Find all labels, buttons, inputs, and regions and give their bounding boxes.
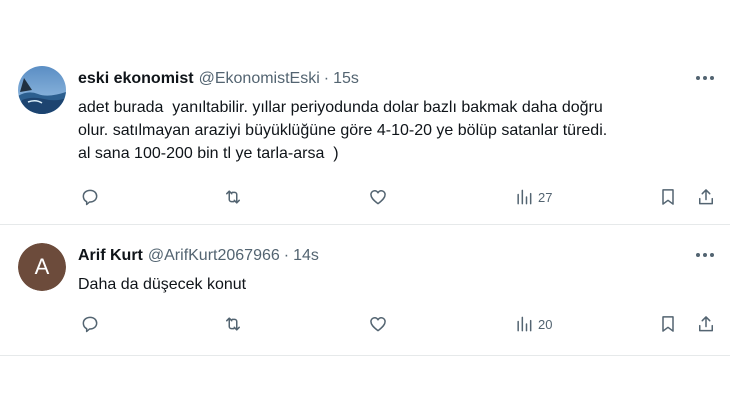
- bookmark-icon: [662, 189, 674, 205]
- views-icon: [517, 316, 532, 332]
- like-icon: [370, 317, 386, 332]
- like-button[interactable]: [368, 312, 388, 336]
- separator: ·: [283, 247, 290, 264]
- share-button[interactable]: [696, 312, 716, 336]
- views-button[interactable]: 20: [514, 312, 552, 336]
- tweet-header: Arif Kurt @ArifKurt2067966 · 14s: [78, 245, 319, 267]
- like-button[interactable]: [368, 185, 388, 209]
- tweet[interactable]: eski ekonomist @EkonomistEski · 15s adet…: [0, 48, 730, 225]
- reply-button[interactable]: [80, 185, 100, 209]
- more-icon[interactable]: [694, 245, 716, 265]
- separator: ·: [323, 70, 330, 87]
- action-bar: 20: [78, 312, 718, 336]
- views-count: 20: [538, 316, 553, 332]
- share-icon: [699, 189, 713, 205]
- share-icon: [699, 316, 713, 332]
- user-handle[interactable]: @ArifKurt2067966: [148, 247, 280, 265]
- ocean-landscape-avatar-image: [18, 66, 66, 114]
- tweet-text-line: adet burada yanıltabilir. yıllar periyod…: [78, 99, 603, 116]
- reply-button[interactable]: [80, 312, 100, 336]
- avatar[interactable]: A: [18, 243, 66, 291]
- tweet-text: adet burada yanıltabilir. yıllar periyod…: [78, 96, 718, 165]
- more-icon[interactable]: [694, 68, 716, 88]
- tweet-text-line: al sana 100-200 bin tl ye tarla-arsa ): [78, 145, 339, 162]
- timestamp[interactable]: 15s: [333, 70, 359, 88]
- bookmark-icon: [662, 316, 674, 332]
- bookmark-button[interactable]: [658, 312, 678, 336]
- retweet-icon: [226, 190, 240, 204]
- retweet-button[interactable]: [223, 185, 243, 209]
- retweet-button[interactable]: [223, 312, 243, 336]
- action-bar: 27: [78, 185, 718, 209]
- tweet-header: eski ekonomist @EkonomistEski · 15s: [78, 68, 359, 90]
- reply-icon: [82, 316, 98, 333]
- display-name[interactable]: Arif Kurt: [78, 247, 143, 265]
- avatar[interactable]: [18, 66, 66, 114]
- views-icon: [517, 189, 532, 205]
- reply-icon: [82, 189, 98, 206]
- bookmark-button[interactable]: [658, 185, 678, 209]
- display-name[interactable]: eski ekonomist: [78, 70, 194, 88]
- tweet[interactable]: A Arif Kurt @ArifKurt2067966 · 14s Daha …: [0, 225, 730, 356]
- retweet-icon: [226, 317, 240, 331]
- like-icon: [370, 190, 386, 205]
- tweet-text-line: Daha da düşecek konut: [78, 276, 247, 293]
- timestamp[interactable]: 14s: [293, 247, 319, 265]
- user-handle[interactable]: @EkonomistEski: [199, 70, 320, 88]
- share-button[interactable]: [696, 185, 716, 209]
- views-button[interactable]: 27: [514, 185, 552, 209]
- tweet-text: Daha da düşecek konut: [78, 273, 718, 296]
- views-count: 27: [538, 189, 553, 205]
- avatar-letter: A: [18, 243, 66, 291]
- tweet-text-line: olur. satılmayan araziyi büyüklüğüne gör…: [78, 122, 608, 139]
